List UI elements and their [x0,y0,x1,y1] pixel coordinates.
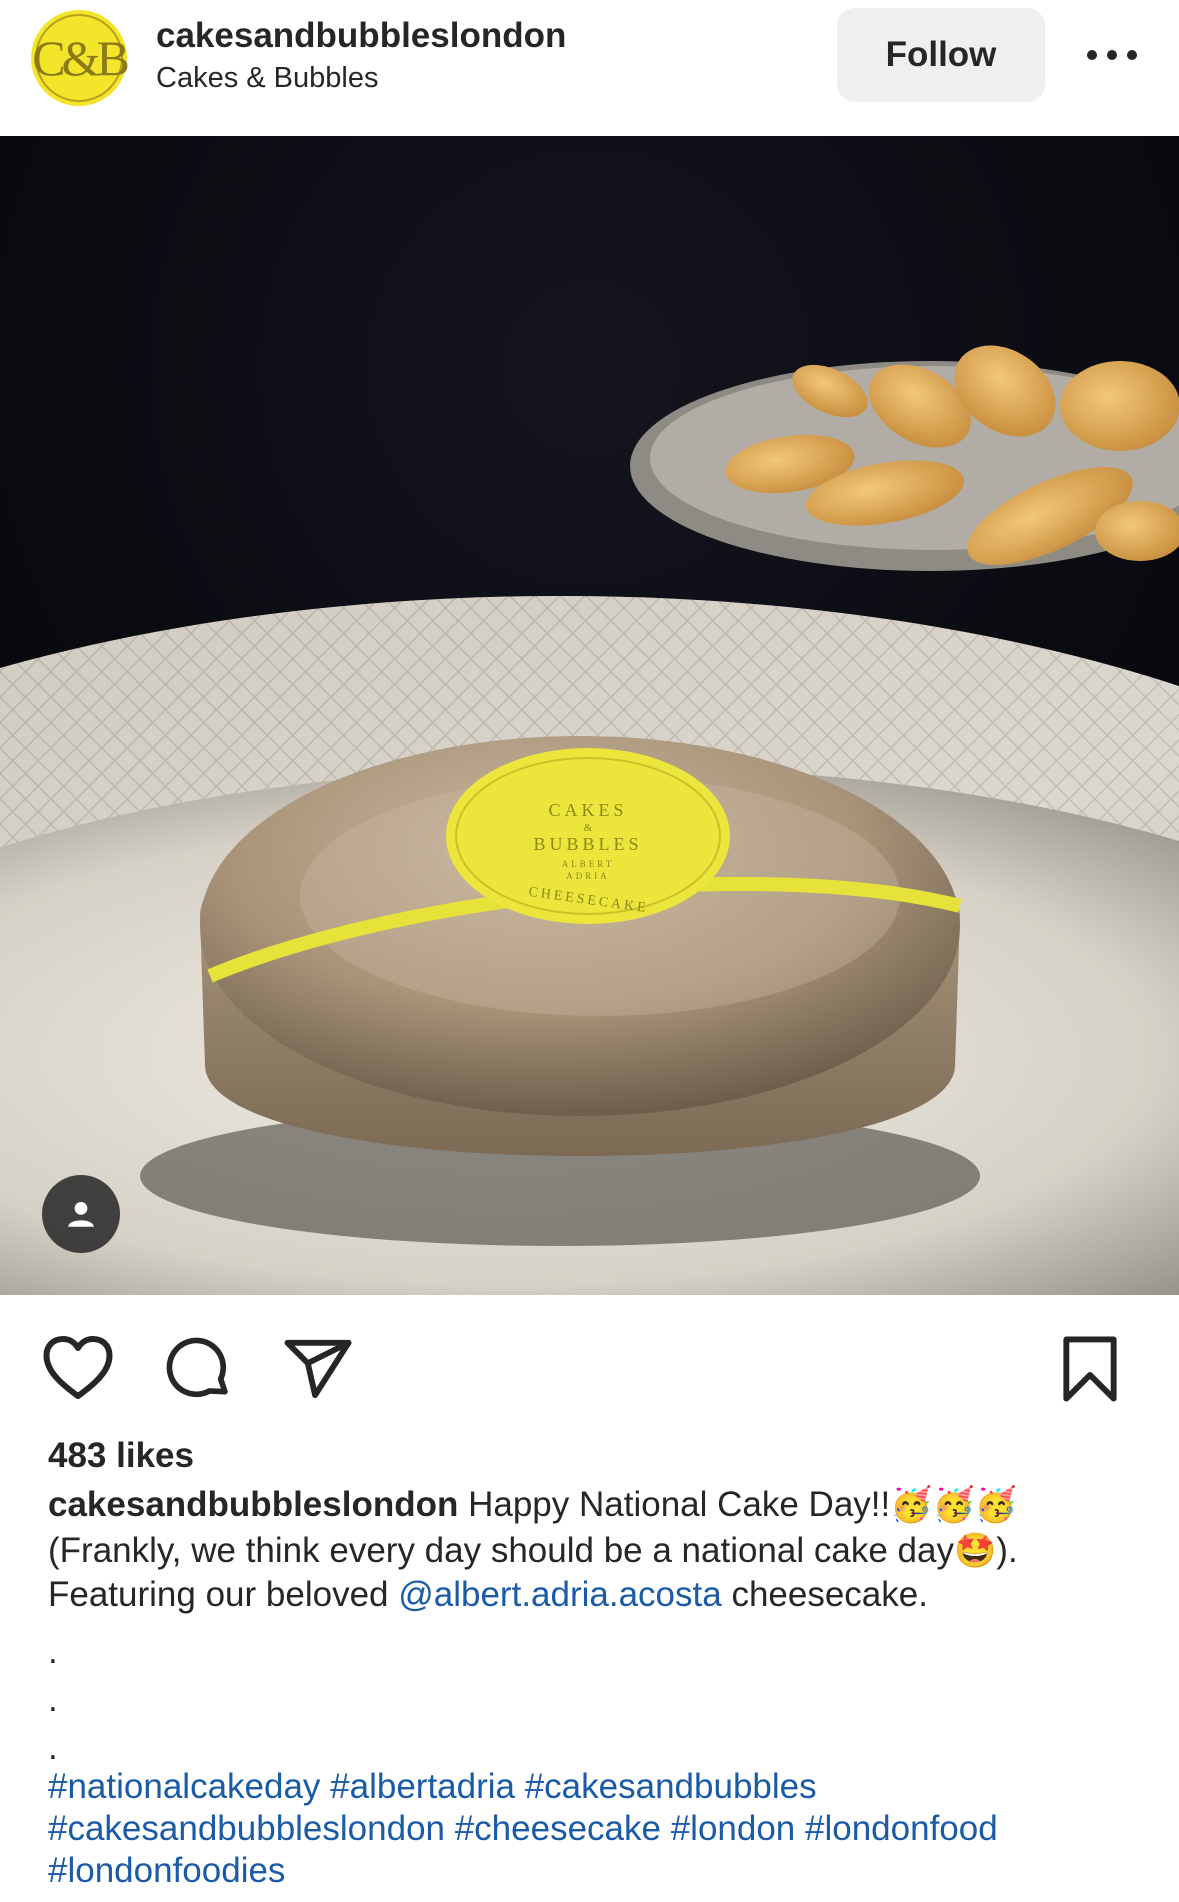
label-line-5: ADRIA [566,871,610,881]
post-username[interactable]: cakesandbubbleslondon [156,16,566,56]
star-struck-emoji: 🤩 [953,1532,997,1570]
caption-dot-1: . [48,1632,58,1671]
caption-username[interactable]: cakesandbubbleslondon [48,1485,458,1524]
more-horizontal-icon[interactable] [1080,30,1144,80]
bookmark-icon[interactable] [1052,1331,1128,1407]
hashtag-line-1[interactable]: #nationalcakeday #albertadria #cakesandb… [48,1766,1168,1808]
post-image[interactable]: CAKES & BUBBLES ALBERT ADRIA CHEESECAKE [0,136,1179,1295]
label-line-4: ALBERT [562,859,614,869]
caption-text-3-end: cheesecake. [721,1575,928,1614]
label-line-1: CAKES [548,800,627,820]
caption-text-1: Happy National Cake Day!! [468,1485,891,1524]
paper-plane-icon[interactable] [280,1331,356,1407]
comment-icon[interactable] [160,1331,236,1407]
post-header: C&B cakesandbubbleslondon Cakes & Bubble… [0,0,1179,136]
profile-avatar[interactable]: C&B [31,10,130,106]
hashtag-line-2[interactable]: #cakesandbubbleslondon #cheesecake #lond… [48,1808,1168,1850]
hashtag-block: #nationalcakeday #albertadria #cakesandb… [48,1766,1168,1892]
caption-dot-3: . [48,1728,58,1767]
heart-icon[interactable] [40,1331,116,1407]
party-emoji: 🥳🥳🥳 [890,1486,1018,1524]
caption-line-3: Featuring our beloved @albert.adria.acos… [48,1572,1158,1617]
hashtag-line-3[interactable]: #londonfoodies [48,1850,1168,1892]
caption-text-2-end: ). [996,1531,1018,1570]
caption-line-2: (Frankly, we think every day should be a… [48,1528,1158,1574]
post-caption: cakesandbubbleslondon Happy National Cak… [48,1482,1158,1617]
like-count[interactable]: 483 likes [48,1436,194,1476]
user-tag-icon[interactable] [42,1175,120,1253]
caption-dot-2: . [48,1680,58,1719]
avatar-monogram: C&B [32,30,130,86]
label-line-2: & [584,822,593,834]
mention-link[interactable]: @albert.adria.acosta [398,1575,721,1614]
caption-line-1: cakesandbubbleslondon Happy National Cak… [48,1482,1158,1528]
caption-text-3: Featuring our beloved [48,1575,399,1614]
label-line-3: BUBBLES [533,834,642,854]
caption-text-2: (Frankly, we think every day should be a… [48,1531,954,1570]
cheesecake-photo: CAKES & BUBBLES ALBERT ADRIA CHEESECAKE [0,136,1179,1295]
action-bar [0,1295,1179,1435]
post-display-name[interactable]: Cakes & Bubbles [156,62,378,95]
follow-button[interactable]: Follow [837,8,1045,102]
